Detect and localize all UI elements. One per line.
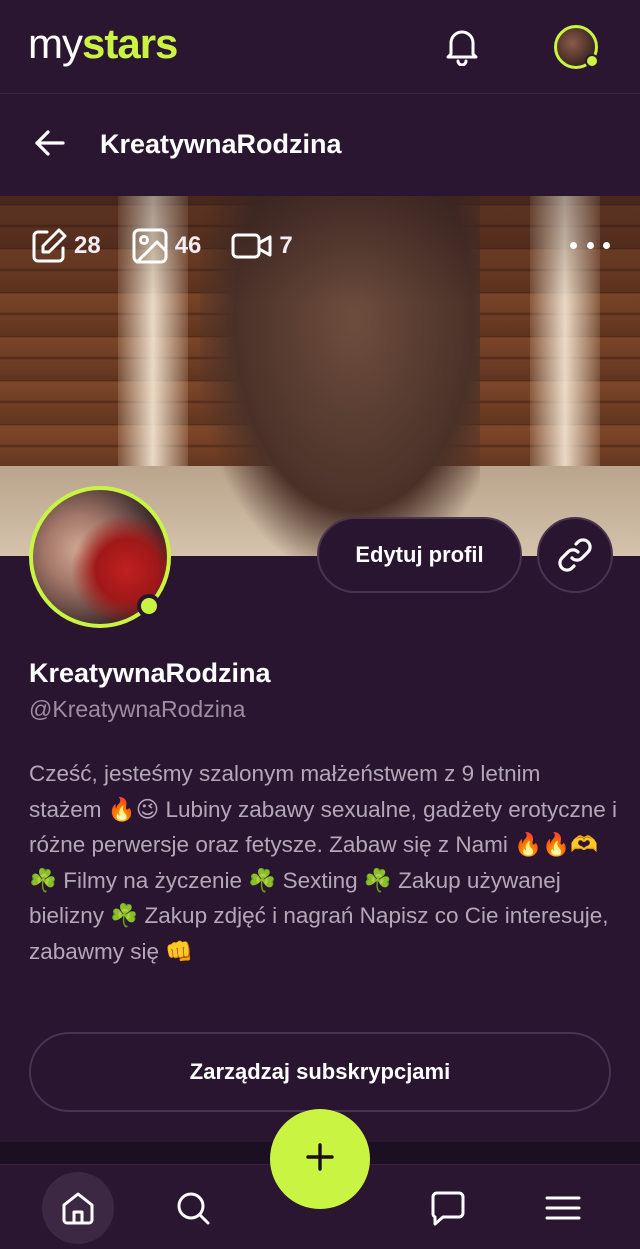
more-horizontal-icon[interactable] bbox=[570, 230, 610, 260]
create-post-button[interactable] bbox=[270, 1109, 370, 1209]
more-dot bbox=[603, 241, 610, 249]
bell-icon[interactable] bbox=[440, 22, 484, 70]
photos-count: 46 bbox=[174, 232, 202, 259]
posts-count: 28 bbox=[74, 232, 101, 259]
videos-count: 7 bbox=[279, 232, 293, 259]
stat-videos[interactable]: 7 bbox=[231, 230, 293, 262]
image-icon bbox=[131, 227, 169, 265]
profile-handle: @KreatywnaRodzina bbox=[29, 696, 246, 722]
top-bar: mystars bbox=[0, 0, 640, 94]
video-icon bbox=[231, 230, 273, 262]
search-icon[interactable] bbox=[157, 1172, 229, 1244]
menu-icon[interactable] bbox=[527, 1172, 599, 1244]
profile-header: KreatywnaRodzina bbox=[0, 95, 640, 195]
profile-stats: 28 46 7 bbox=[30, 226, 323, 266]
stat-posts[interactable]: 28 bbox=[30, 227, 101, 265]
page-title: KreatywnaRodzina bbox=[100, 129, 342, 159]
link-icon[interactable] bbox=[537, 517, 613, 593]
profile-name: KreatywnaRodzina bbox=[29, 658, 271, 688]
stat-photos[interactable]: 46 bbox=[131, 227, 202, 265]
online-status-dot bbox=[137, 594, 161, 618]
online-status-dot bbox=[585, 54, 599, 68]
plus-icon bbox=[304, 1141, 336, 1178]
logo-stars: stars bbox=[82, 20, 178, 67]
message-icon[interactable] bbox=[412, 1172, 484, 1244]
profile-bio: Cześć, jesteśmy szalonym małżeństwem z 9… bbox=[29, 761, 618, 964]
more-dot bbox=[570, 241, 577, 249]
manage-subscriptions-button[interactable]: Zarządzaj subskrypcjami bbox=[29, 1032, 611, 1112]
mystars-logo[interactable]: mystars bbox=[28, 18, 178, 70]
profile-avatar[interactable] bbox=[29, 486, 171, 628]
user-avatar[interactable] bbox=[554, 25, 599, 69]
edit-icon bbox=[30, 227, 68, 265]
home-icon[interactable] bbox=[42, 1172, 114, 1244]
logo-my: my bbox=[28, 20, 83, 67]
more-dot bbox=[586, 241, 594, 249]
edit-profile-button[interactable]: Edytuj profil bbox=[317, 517, 522, 593]
arrow-left-icon[interactable] bbox=[32, 125, 68, 161]
